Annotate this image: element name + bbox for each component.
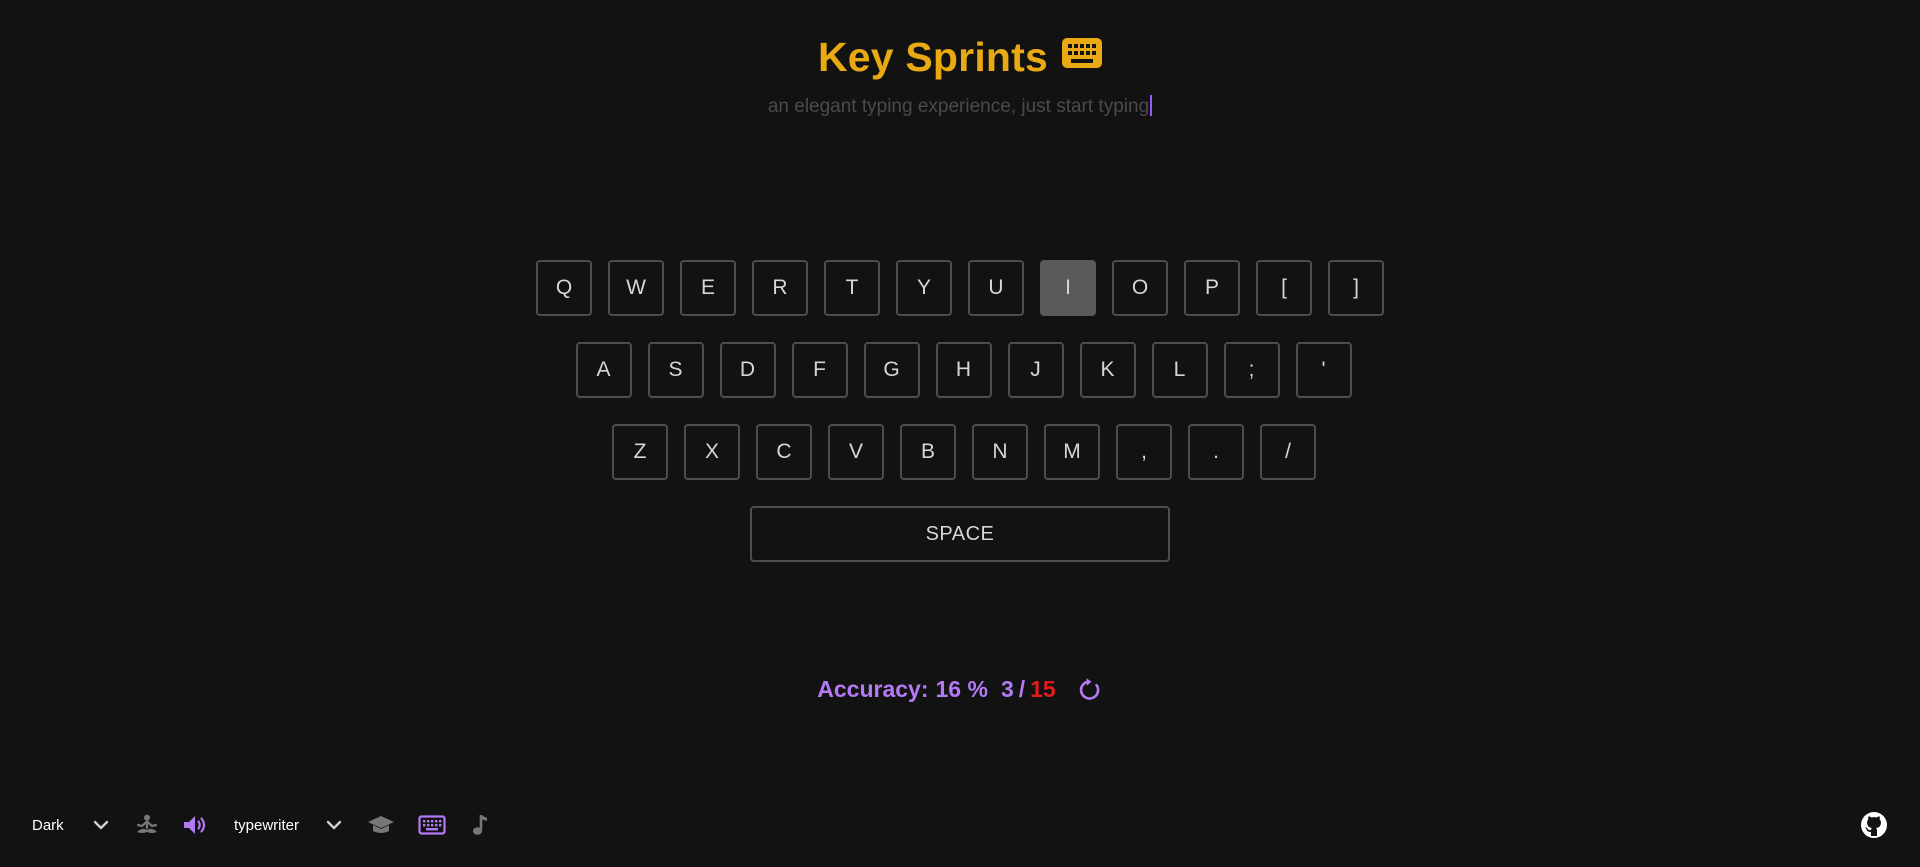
key-i[interactable]: I bbox=[1040, 260, 1096, 316]
keyboard-icon bbox=[1062, 37, 1103, 68]
title-row: Key Sprints bbox=[817, 34, 1103, 81]
total-count: 15 bbox=[1030, 676, 1056, 702]
key-f[interactable]: F bbox=[791, 342, 848, 398]
key-symbol[interactable]: . bbox=[1188, 424, 1244, 480]
key-row-space: SPACE bbox=[0, 506, 1920, 562]
theme-select[interactable]: Dark bbox=[32, 808, 64, 842]
key-w[interactable]: W bbox=[608, 260, 664, 316]
key-x[interactable]: X bbox=[684, 424, 740, 480]
key-b[interactable]: B bbox=[900, 424, 956, 480]
key-row-2: A S D F G H J K L; ' bbox=[7, 342, 1920, 398]
key-y[interactable]: Y bbox=[896, 260, 952, 316]
theme-select-value: Dark bbox=[32, 816, 64, 834]
text-caret bbox=[1150, 95, 1153, 116]
key-q[interactable]: Q bbox=[536, 260, 592, 316]
key-symbol[interactable]: ] bbox=[1328, 260, 1384, 316]
header: Key Sprints an elegant typing experience… bbox=[0, 34, 1920, 118]
key-e[interactable]: E bbox=[680, 260, 736, 316]
app-title: Key Sprints bbox=[817, 34, 1049, 80]
typing-prompt[interactable]: an elegant typing experience, just start… bbox=[0, 95, 1920, 118]
key-r[interactable]: R bbox=[752, 260, 808, 316]
github-icon[interactable] bbox=[1860, 811, 1888, 839]
score-separator: / bbox=[1018, 676, 1026, 702]
key-j[interactable]: J bbox=[1007, 342, 1064, 398]
graduation-cap-icon[interactable] bbox=[367, 813, 395, 837]
footer-toolbar: Dark typewriter bbox=[0, 808, 1920, 842]
key-symbol[interactable]: [ bbox=[1256, 260, 1312, 316]
key-p[interactable]: P bbox=[1184, 260, 1240, 316]
key-t[interactable]: T bbox=[824, 260, 880, 316]
chevron-down-icon[interactable] bbox=[323, 814, 345, 836]
music-note-icon[interactable] bbox=[470, 812, 492, 838]
key-symbol[interactable]: / bbox=[1260, 424, 1316, 480]
meditation-icon[interactable] bbox=[134, 813, 160, 837]
key-s[interactable]: S bbox=[647, 342, 704, 398]
key-n[interactable]: N bbox=[972, 424, 1028, 480]
key-g[interactable]: G bbox=[863, 342, 920, 398]
key-l[interactable]: L bbox=[1151, 342, 1208, 398]
key-space[interactable]: SPACE bbox=[750, 506, 1170, 562]
key-k[interactable]: K bbox=[1079, 342, 1136, 398]
app-root: Key Sprints an elegant typing experience… bbox=[0, 0, 1920, 867]
key-z[interactable]: Z bbox=[612, 424, 668, 480]
key-d[interactable]: D bbox=[719, 342, 776, 398]
key-o[interactable]: O bbox=[1112, 260, 1168, 316]
key-a[interactable]: A bbox=[575, 342, 632, 398]
key-h[interactable]: H bbox=[935, 342, 992, 398]
key-symbol[interactable]: ; bbox=[1223, 342, 1280, 398]
key-symbol[interactable]: ' bbox=[1295, 342, 1352, 398]
subtitle-text: an elegant typing experience, just start… bbox=[767, 96, 1150, 117]
key-symbol[interactable]: , bbox=[1116, 424, 1172, 480]
chevron-down-icon[interactable] bbox=[90, 814, 112, 836]
sound-select[interactable]: typewriter bbox=[234, 808, 299, 842]
correct-count: 3 bbox=[1000, 676, 1014, 702]
key-m[interactable]: M bbox=[1044, 424, 1100, 480]
accuracy-label: Accuracy: bbox=[817, 676, 929, 702]
accuracy-value: 16 % bbox=[935, 676, 988, 702]
key-u[interactable]: U bbox=[968, 260, 1024, 316]
restart-icon[interactable] bbox=[1077, 677, 1103, 703]
key-c[interactable]: C bbox=[756, 424, 812, 480]
key-row-1: Q W E R T Y U I O P [] bbox=[0, 260, 1920, 316]
key-v[interactable]: V bbox=[828, 424, 884, 480]
sound-select-value: typewriter bbox=[234, 816, 300, 834]
keyboard-icon[interactable] bbox=[418, 813, 446, 837]
speaker-icon[interactable] bbox=[182, 813, 208, 837]
virtual-keyboard: Q W E R T Y U I O P [] A S D F G H J K L; ' Z X C V B N M,. / SPAC… bbox=[0, 260, 1920, 588]
stats-bar: Accuracy: 16 % 3 / 15 bbox=[0, 676, 1920, 703]
key-row-3: Z X C V B N M,. / bbox=[8, 424, 1920, 480]
